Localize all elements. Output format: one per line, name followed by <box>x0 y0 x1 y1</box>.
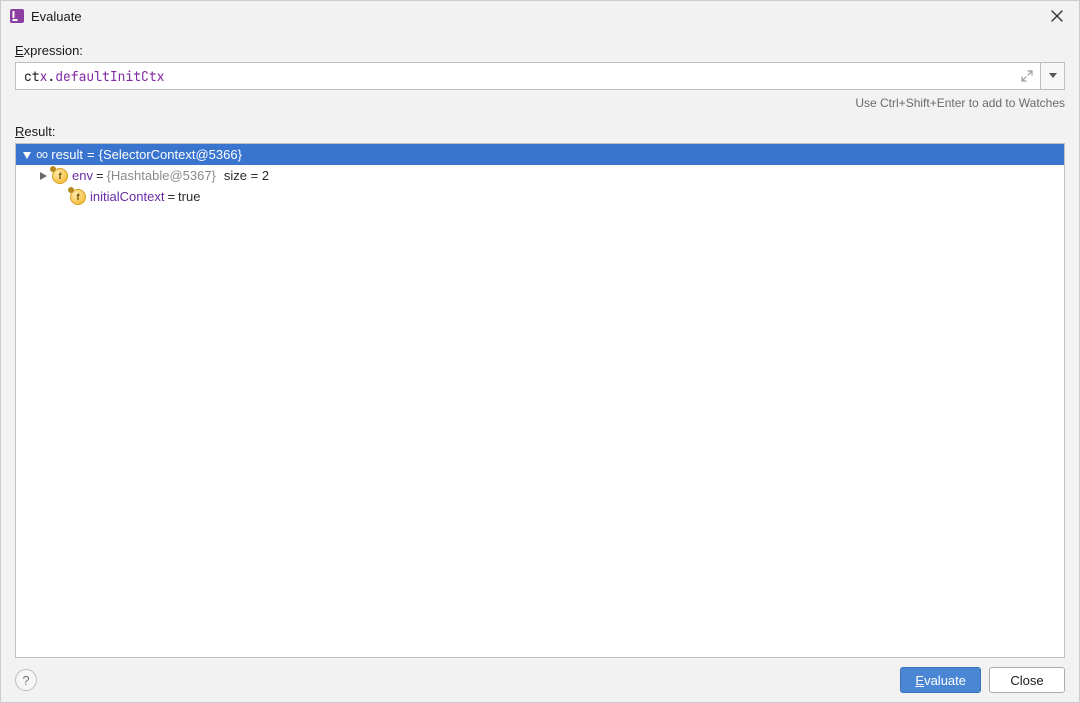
expression-history-dropdown[interactable] <box>1041 62 1065 90</box>
close-button[interactable]: Close <box>989 667 1065 693</box>
help-button[interactable]: ? <box>15 669 37 691</box>
result-child-row[interactable]: f env = {Hashtable@5367} size = 2 <box>16 165 1064 186</box>
expand-icon[interactable] <box>36 169 50 183</box>
result-child-row[interactable]: f initialContext = true <box>16 186 1064 207</box>
result-tree[interactable]: oo result = {SelectorContext@5366} f env… <box>15 143 1065 658</box>
field-icon: f <box>52 168 68 184</box>
close-icon <box>1051 10 1063 22</box>
field-type: {Hashtable@5367} <box>107 168 216 183</box>
expand-icon[interactable] <box>1020 69 1034 83</box>
title-bar: Evaluate <box>1 1 1079 31</box>
window-title: Evaluate <box>31 9 1043 24</box>
expression-row: ctx.defaultInitCtx <box>15 62 1065 90</box>
field-icon: f <box>70 189 86 205</box>
dialog-content: Expression: ctx.defaultInitCtx Use Ctrl+… <box>1 31 1079 658</box>
object-icon: oo <box>36 148 47 161</box>
field-suffix: size = 2 <box>224 168 269 183</box>
dialog-footer: ? Evaluate Close <box>1 658 1079 702</box>
result-root-value: {SelectorContext@5366} <box>99 147 242 162</box>
result-root-row[interactable]: oo result = {SelectorContext@5366} <box>16 144 1064 165</box>
app-icon <box>9 8 25 24</box>
tree-spacer <box>54 190 68 204</box>
field-name: env <box>72 168 93 183</box>
chevron-down-icon <box>1049 73 1057 79</box>
collapse-icon[interactable] <box>20 148 34 162</box>
result-root-name: result <box>51 147 83 162</box>
expression-label: Expression: <box>15 43 1065 58</box>
expression-input[interactable]: ctx.defaultInitCtx <box>15 62 1041 90</box>
evaluate-button[interactable]: Evaluate <box>900 667 981 693</box>
field-name: initialContext <box>90 189 164 204</box>
result-label: Result: <box>15 124 1065 139</box>
window-close-button[interactable] <box>1043 2 1071 30</box>
evaluate-dialog: Evaluate Expression: ctx.defaultInitCtx … <box>0 0 1080 703</box>
field-value: true <box>178 189 200 204</box>
add-to-watches-hint: Use Ctrl+Shift+Enter to add to Watches <box>15 96 1065 110</box>
